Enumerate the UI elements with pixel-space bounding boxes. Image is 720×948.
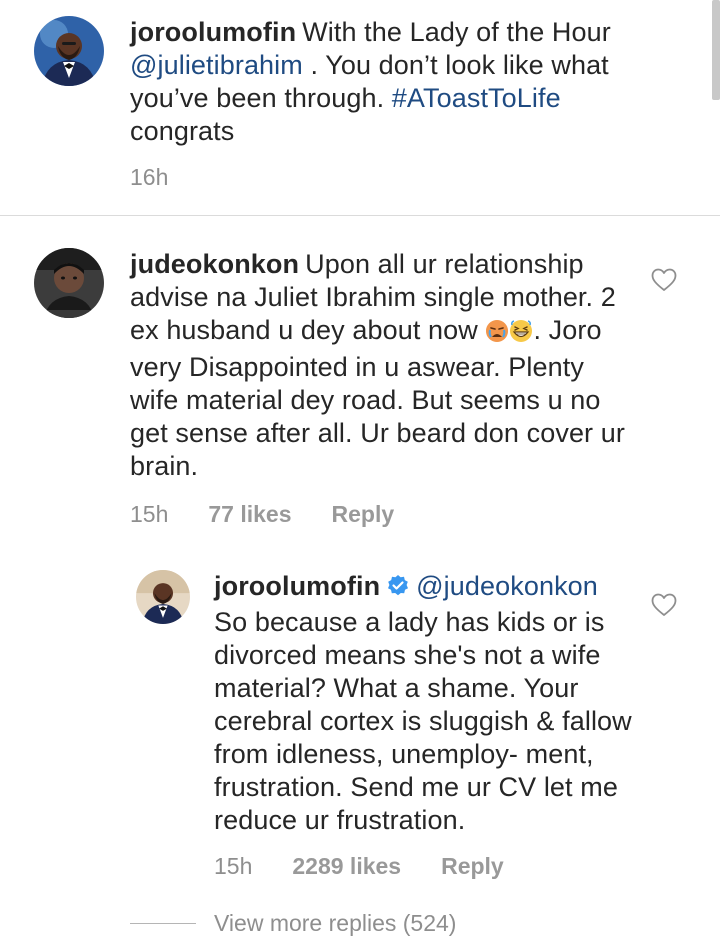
likes-count[interactable]: 2289 likes [292, 853, 401, 880]
comment-text: congrats [130, 116, 235, 146]
comment-username[interactable]: judeokonkon [130, 249, 299, 279]
reply-button[interactable]: Reply [332, 501, 395, 528]
divider [130, 923, 196, 924]
heart-icon[interactable] [651, 268, 677, 292]
view-more-replies-label: View more replies (524) [214, 910, 457, 936]
mention-link[interactable]: @judeokonkon [416, 571, 598, 601]
crying-face-emoji [485, 318, 509, 351]
scrollbar[interactable] [712, 0, 720, 100]
comment-item: joroolumofin With the Lady of the Hour @j… [34, 16, 654, 191]
view-more-replies-button[interactable]: View more replies (524) [130, 910, 456, 937]
reply-item: joroolumofin @judeokonkon So because a la… [136, 570, 696, 880]
comment-text: With the Lady of the Hour [302, 17, 611, 47]
reply-username[interactable]: joroolumofin [214, 571, 380, 601]
verified-badge-icon [386, 573, 410, 606]
reply-timestamp: 15h [214, 853, 253, 879]
avatar[interactable] [34, 16, 104, 86]
comment-item: judeokonkon Upon all ur relationship advi… [34, 248, 694, 528]
reply-text: So because a lady has kids or is divorce… [214, 607, 632, 835]
comment-timestamp: 16h [130, 164, 169, 190]
comment-timestamp: 15h [130, 501, 169, 527]
comment-username[interactable]: joroolumofin [130, 17, 296, 47]
likes-count[interactable]: 77 likes [208, 501, 291, 528]
avatar[interactable] [136, 570, 190, 624]
hashtag-link[interactable]: #AToastToLife [392, 83, 561, 113]
avatar[interactable] [34, 248, 104, 318]
divider [0, 215, 720, 216]
mention-link[interactable]: @julietibrahim [130, 50, 303, 80]
grinning-squinting-face-emoji [509, 318, 533, 351]
heart-icon[interactable] [651, 593, 677, 617]
reply-button[interactable]: Reply [441, 853, 504, 880]
